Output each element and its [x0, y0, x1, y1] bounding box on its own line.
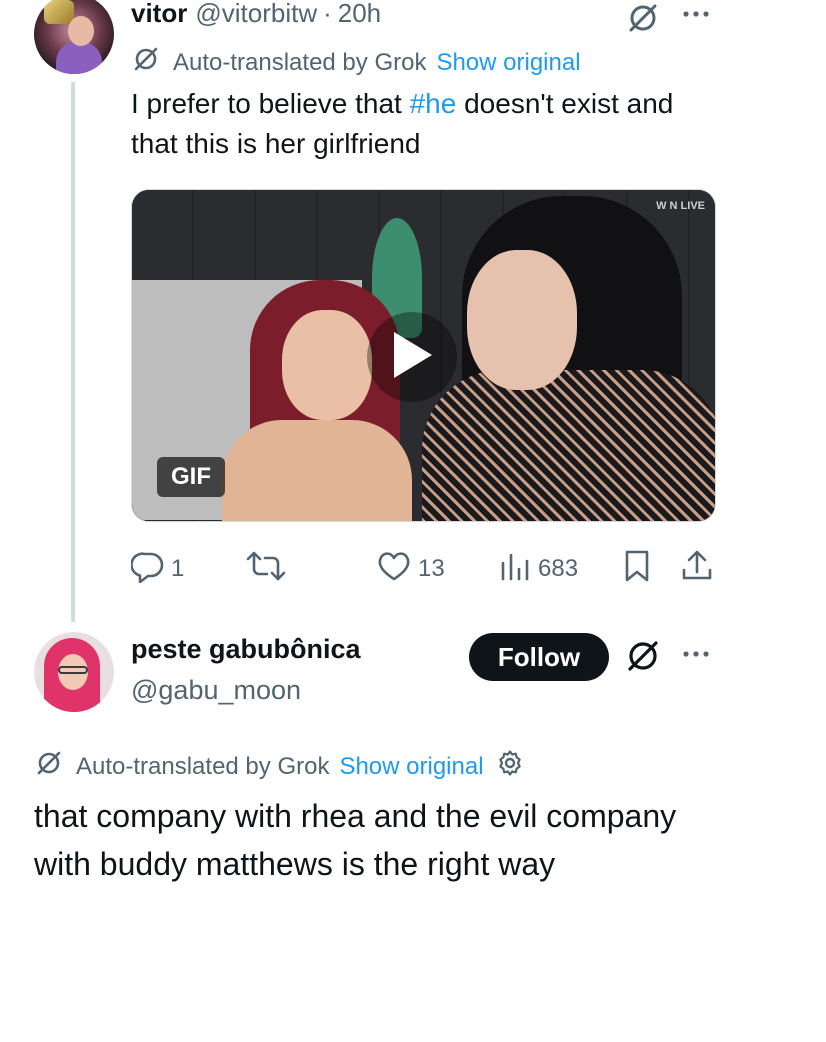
grok-icon: [34, 748, 64, 785]
avatar-glasses: [58, 666, 88, 674]
media-figure-left-face: [282, 310, 372, 420]
views-count: 683: [538, 555, 579, 582]
views-button[interactable]: 683: [498, 549, 578, 589]
repost-icon: [246, 549, 286, 590]
grok-icon: [131, 44, 161, 81]
play-button[interactable]: [367, 312, 457, 402]
reply-icon: [131, 549, 165, 590]
tweet-text: I prefer to believe that #he doesn't exi…: [131, 84, 711, 164]
user-handle[interactable]: @vitorbitw: [195, 0, 317, 29]
translation-notice: Auto-translated by Grok Show original: [34, 748, 524, 785]
play-icon: [390, 330, 434, 385]
show-original-link[interactable]: Show original: [436, 49, 580, 77]
avatar[interactable]: [34, 0, 114, 74]
avatar-face: [68, 16, 94, 46]
reply-count: 1: [171, 555, 185, 582]
grok-icon[interactable]: [623, 636, 663, 681]
gear-icon[interactable]: [496, 749, 524, 784]
grok-icon[interactable]: [625, 0, 661, 41]
media-figure-right-body: [422, 370, 715, 521]
share-icon: [680, 548, 714, 591]
like-count: 13: [418, 555, 445, 582]
media-figure-left-body: [222, 420, 412, 521]
display-name[interactable]: vitor: [131, 0, 187, 29]
translation-label: Auto-translated by Grok: [76, 752, 330, 780]
translation-label: Auto-translated by Grok: [173, 48, 427, 76]
like-button[interactable]: 13: [376, 549, 445, 589]
avatar[interactable]: [34, 632, 114, 712]
media-figure-right-face: [467, 250, 577, 390]
bookmark-button[interactable]: [622, 549, 652, 589]
share-button[interactable]: [680, 549, 714, 589]
hashtag-link[interactable]: #he: [410, 88, 457, 119]
display-name[interactable]: peste gabubônica: [131, 634, 361, 665]
gif-media[interactable]: W N LIVE GIF: [131, 189, 716, 522]
thread-connector-line: [71, 82, 75, 622]
separator-dot: ·: [323, 0, 332, 28]
reply-button[interactable]: 1: [131, 549, 184, 589]
timeline: vitor @vitorbitw · 20h Auto-translated b…: [0, 0, 826, 1042]
tweet-text-start: I prefer to believe that: [131, 88, 410, 119]
bookmark-icon: [622, 548, 652, 591]
user-handle[interactable]: @gabu_moon: [131, 675, 301, 706]
gif-badge: GIF: [157, 457, 225, 497]
action-bar: 1 13 683: [131, 549, 721, 589]
views-icon: [498, 549, 532, 590]
timestamp[interactable]: 20h: [338, 0, 381, 29]
like-icon: [376, 549, 412, 590]
more-icon[interactable]: [680, 638, 712, 675]
show-original-link[interactable]: Show original: [339, 753, 483, 781]
translation-notice: Auto-translated by Grok Show original: [131, 44, 581, 81]
avatar-belt: [44, 0, 74, 24]
more-icon[interactable]: [680, 0, 712, 37]
avatar-body: [56, 42, 102, 74]
tweet-text: that company with rhea and the evil comp…: [34, 798, 677, 882]
tweet-header: vitor @vitorbitw · 20h: [131, 0, 381, 30]
media-watermark: W N LIVE: [656, 200, 705, 212]
repost-button[interactable]: [246, 549, 292, 589]
follow-button[interactable]: Follow: [469, 633, 609, 681]
